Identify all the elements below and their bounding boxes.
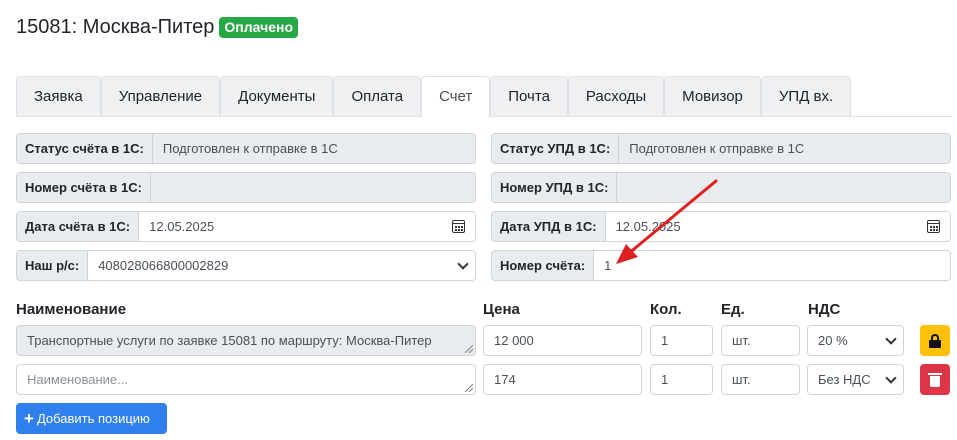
col-header-price: Цена	[483, 301, 520, 318]
chevron-down-icon	[457, 258, 469, 270]
upd-status-group: Статус УПД в 1С: Подготовлен к отправке …	[491, 133, 951, 164]
invoice-num-group: Номер счёта: 1	[491, 250, 951, 281]
item-price-input[interactable]: 174	[483, 364, 642, 395]
col-header-qty: Кол.	[650, 301, 682, 318]
upd-status-label: Статус УПД в 1С:	[492, 134, 620, 163]
invoice-date-label: Дата счёта в 1С:	[17, 212, 140, 241]
col-header-unit: Ед.	[721, 301, 745, 318]
tab-payment[interactable]: Оплата	[333, 76, 422, 116]
account-group: Наш р/с: 40802806680000282­9	[16, 250, 476, 281]
upd-number-group: Номер УПД в 1С:	[491, 172, 951, 203]
item-name-placeholder: Наименование...	[27, 372, 128, 387]
upd-number-label: Номер УПД в 1С:	[492, 173, 618, 202]
calendar-icon[interactable]	[927, 220, 940, 233]
invoice-date-input[interactable]: 12.05.2025	[139, 212, 475, 241]
col-header-vat: НДС	[808, 301, 841, 318]
item-unit-input[interactable]: шт.	[721, 364, 800, 395]
delete-button[interactable]	[920, 364, 950, 395]
page-title: 15081: Москва-Питер	[16, 16, 215, 38]
invoice-date-value: 12.05.2025	[149, 219, 215, 234]
tab-documents[interactable]: Документы	[220, 76, 334, 116]
add-position-label: Добавить позицию	[36, 411, 150, 426]
invoice-status-label: Статус счёта в 1С:	[17, 134, 153, 163]
account-value: 40802806680000282­9	[98, 258, 229, 273]
tab-request[interactable]: Заявка	[16, 76, 101, 116]
invoice-number-field	[151, 173, 475, 202]
item-name-textarea[interactable]: Наименование...	[16, 364, 476, 395]
upd-date-input[interactable]: 12.05.2025	[605, 212, 950, 241]
upd-date-value: 12.05.2025	[615, 219, 681, 234]
item-qty-input[interactable]: 1	[650, 325, 713, 356]
chevron-down-icon	[885, 372, 897, 384]
account-label: Наш р/с:	[17, 251, 89, 280]
item-vat-value: 20 %	[818, 333, 848, 348]
item-qty-input[interactable]: 1	[650, 364, 713, 395]
resize-grip-icon[interactable]	[465, 345, 473, 353]
invoice-number-label: Номер счёта в 1С:	[17, 173, 151, 202]
lock-icon	[929, 333, 941, 348]
item-name-value: Транспортные услуги по заявке 15081 по м…	[27, 333, 432, 348]
upd-date-label: Дата УПД в 1С:	[492, 212, 606, 241]
chevron-down-icon	[885, 333, 897, 345]
invoice-num-label: Номер счёта:	[492, 251, 595, 280]
trash-icon	[928, 372, 942, 387]
add-position-button[interactable]: + Добавить позицию	[16, 403, 167, 434]
plus-icon: +	[24, 409, 34, 428]
page-header: 15081: Москва-Питер Оплачено	[16, 16, 299, 39]
tab-mail[interactable]: Почта	[490, 76, 568, 116]
tab-management[interactable]: Управление	[100, 76, 221, 116]
item-unit-input[interactable]: шт.	[721, 325, 800, 356]
item-name-textarea[interactable]: Транспортные услуги по заявке 15081 по м…	[16, 325, 476, 356]
invoice-status-group: Статус счёта в 1С: Подготовлен к отправк…	[16, 133, 476, 164]
invoice-num-input[interactable]: 1	[594, 251, 950, 280]
item-price-input[interactable]: 12 000	[483, 325, 642, 356]
item-vat-select[interactable]: Без НДС	[807, 364, 904, 395]
upd-date-group: Дата УПД в 1С: 12.05.2025	[491, 211, 951, 242]
upd-status-field: Подготовлен к отправке в 1С	[619, 134, 950, 163]
invoice-status-field: Подготовлен к отправке в 1С	[152, 134, 475, 163]
invoice-date-group: Дата счёта в 1С: 12.05.2025	[16, 211, 476, 242]
tab-invoice[interactable]: Счет	[421, 76, 491, 117]
tab-movizor[interactable]: Мовизор	[664, 76, 761, 116]
calendar-icon[interactable]	[452, 220, 465, 233]
tab-upd-incoming[interactable]: УПД вх.	[760, 76, 852, 116]
resize-grip-icon[interactable]	[465, 384, 473, 392]
invoice-number-group: Номер счёта в 1С:	[16, 172, 476, 203]
col-header-name: Наименование	[16, 301, 127, 318]
tab-bar: Заявка Управление Документы Оплата Счет …	[16, 76, 952, 117]
status-badge: Оплачено	[219, 17, 299, 38]
tab-expenses[interactable]: Расходы	[567, 76, 665, 116]
lock-button[interactable]	[920, 325, 950, 356]
item-vat-select[interactable]: 20 %	[807, 325, 904, 356]
item-vat-value: Без НДС	[818, 372, 871, 387]
upd-number-field	[617, 173, 950, 202]
account-select[interactable]: 40802806680000282­9	[88, 251, 475, 280]
